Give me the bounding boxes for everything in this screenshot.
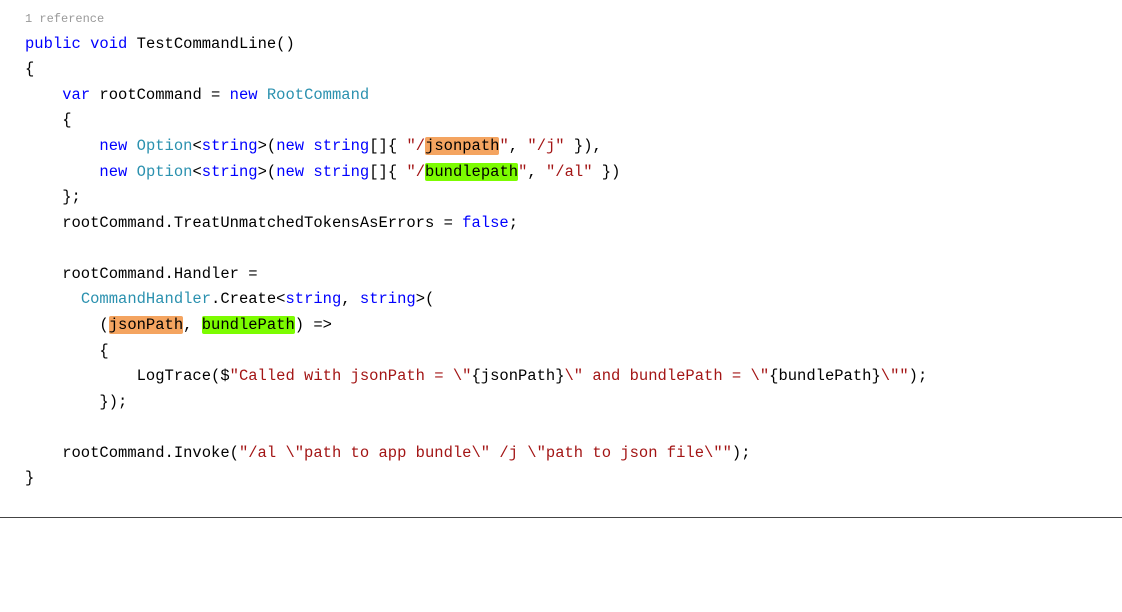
code-line: }); [25,390,1097,416]
code-line: rootCommand.TreatUnmatchedTokensAsErrors… [25,211,1097,237]
code-line [25,236,1097,262]
code-line: { [25,57,1097,83]
code-line: LogTrace($"Called with jsonPath = \"{jso… [25,364,1097,390]
codelens-reference[interactable]: 1 reference [25,10,1097,30]
bottom-border [0,517,1122,518]
code-line: CommandHandler.Create<string, string>( [25,287,1097,313]
code-line: new Option<string>(new string[]{ "/bundl… [25,160,1097,186]
code-line: var rootCommand = new RootCommand [25,83,1097,109]
code-line: (jsonPath, bundlePath) => [25,313,1097,339]
code-line: public void TestCommandLine() [25,32,1097,58]
highlight-jsonPath-param: jsonPath [109,316,183,334]
code-line: { [25,108,1097,134]
code-line: new Option<string>(new string[]{ "/jsonp… [25,134,1097,160]
code-line: rootCommand.Handler = [25,262,1097,288]
code-editor[interactable]: 1 reference public void TestCommandLine(… [0,0,1097,528]
code-line: rootCommand.Invoke("/al \"path to app bu… [25,441,1097,467]
code-line [25,415,1097,441]
code-line: { [25,339,1097,365]
code-line: }; [25,185,1097,211]
highlight-bundlepath: bundlepath [425,163,518,181]
highlight-bundlePath-param: bundlePath [202,316,295,334]
code-line: } [25,466,1097,492]
highlight-jsonpath: jsonpath [425,137,499,155]
